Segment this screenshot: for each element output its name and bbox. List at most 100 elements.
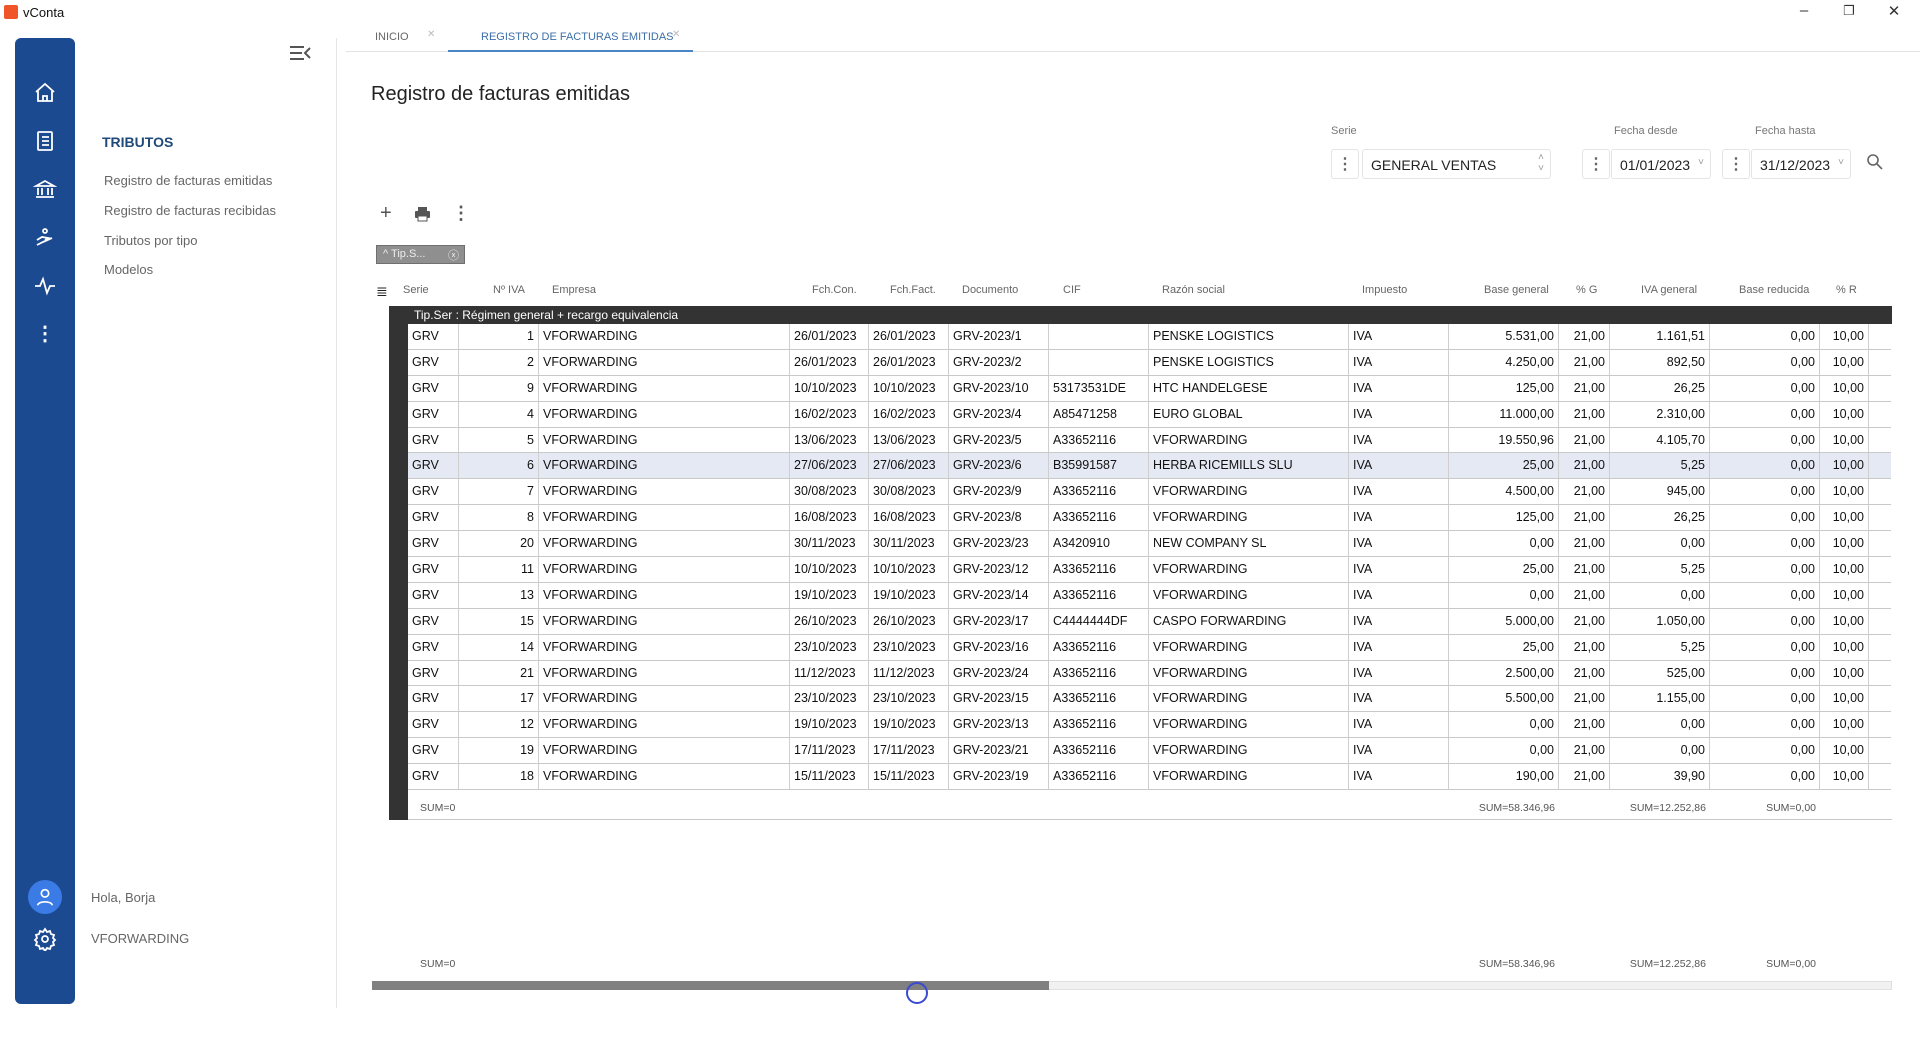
cell-fch-fact: 19/10/2023 — [869, 582, 949, 608]
spinner-icon[interactable]: ˄ ˅ — [1538, 152, 1544, 174]
sidebar-item-facturas-recibidas[interactable]: Registro de facturas recibidas — [104, 203, 276, 218]
table-row[interactable]: GRV 1 VFORWARDING 26/01/2023 26/01/2023 GRV-2… — [408, 324, 1891, 350]
table-row[interactable]: GRV 13 VFORWARDING 19/10/2023 19/10/2023 GRV-… — [408, 582, 1891, 609]
cell-fch-fact: 23/10/2023 — [869, 686, 949, 712]
chevron-down-icon[interactable]: ˅ — [1838, 157, 1844, 168]
table-row[interactable]: GRV 15 VFORWARDING 26/10/2023 26/10/2023 GRV-… — [408, 608, 1891, 635]
remove-group-icon[interactable]: ⓧ — [448, 247, 459, 263]
serie-options-button[interactable]: ⋮ — [1331, 149, 1359, 179]
table-row[interactable]: GRV 18 VFORWARDING 15/11/2023 15/11/2023 GRV-… — [408, 764, 1891, 791]
cell-fch-fact: 26/10/2023 — [869, 608, 949, 634]
table-row[interactable]: GRV 8 VFORWARDING 16/08/2023 16/08/2023 GRV-2… — [408, 505, 1891, 532]
column-header-pct-g[interactable]: % G — [1576, 284, 1597, 296]
column-header-empresa[interactable]: Empresa — [552, 284, 596, 296]
close-button[interactable]: ✕ — [1879, 2, 1909, 20]
fecha-hasta-input[interactable]: 31/12/2023 ˅ — [1751, 149, 1851, 179]
cell-iva-general: 1.161,51 — [1610, 324, 1710, 349]
cell-cif: A33652116 — [1049, 686, 1149, 712]
bank-icon[interactable] — [15, 172, 75, 206]
tab-close-icon[interactable]: ✕ — [427, 29, 435, 40]
print-icon[interactable] — [414, 205, 431, 228]
column-header-n-iva[interactable]: Nº IVA — [493, 284, 525, 296]
sidebar-item-tributos-por-tipo[interactable]: Tributos por tipo — [104, 233, 197, 248]
column-header-base-general[interactable]: Base general — [1484, 284, 1549, 296]
column-header-fch-fact[interactable]: Fch.Fact. — [890, 284, 936, 296]
table-row[interactable]: GRV 5 VFORWARDING 13/06/2023 13/06/2023 GRV-2… — [408, 427, 1891, 454]
cell-impuesto: IVA — [1349, 375, 1449, 401]
fecha-desde-input[interactable]: 01/01/2023 ˅ — [1611, 149, 1711, 179]
search-icon[interactable] — [1866, 153, 1884, 176]
hand-person-icon[interactable] — [15, 221, 75, 255]
column-header-base-reducida[interactable]: Base reducida — [1739, 284, 1809, 296]
column-header-cif[interactable]: CIF — [1063, 284, 1081, 296]
group-row[interactable]: Tip.Ser : Régimen general + recargo equi… — [389, 306, 1892, 324]
table-row[interactable]: GRV 20 VFORWARDING 30/11/2023 30/11/2023 GRV-… — [408, 531, 1891, 558]
table-row[interactable]: GRV 19 VFORWARDING 17/11/2023 17/11/2023 GRV-… — [408, 738, 1891, 765]
chevron-down-icon[interactable]: ˅ — [1698, 157, 1704, 168]
minimize-button[interactable]: – — [1789, 2, 1819, 19]
sidebar-item-facturas-emitidas[interactable]: Registro de facturas emitidas — [104, 173, 272, 188]
column-header-fch-con[interactable]: Fch.Con. — [812, 284, 857, 296]
cell-impuesto: IVA — [1349, 505, 1449, 531]
column-header-iva-general[interactable]: IVA general — [1641, 284, 1697, 296]
group-by-chip[interactable]: ^ Tip.S... ⓧ — [376, 245, 465, 264]
fecha-desde-options-button[interactable]: ⋮ — [1582, 149, 1610, 179]
user-avatar-button[interactable] — [28, 880, 62, 914]
settings-gear-icon[interactable] — [15, 922, 75, 956]
table-row[interactable]: GRV 12 VFORWARDING 19/10/2023 19/10/2023 GRV-… — [408, 712, 1891, 739]
cell-serie: GRV — [408, 557, 459, 582]
more-vertical-icon[interactable]: ⋮ — [15, 316, 75, 350]
home-icon[interactable] — [15, 76, 75, 110]
table-row[interactable]: GRV 2 VFORWARDING 26/01/2023 26/01/2023 GRV-2… — [408, 349, 1891, 376]
column-header-serie[interactable]: Serie — [403, 284, 429, 296]
column-header-pct-r[interactable]: % R — [1836, 284, 1857, 296]
cell-pct-g: 21,00 — [1559, 349, 1610, 375]
table-row[interactable]: GRV 14 VFORWARDING 23/10/2023 23/10/2023 GRV-… — [408, 634, 1891, 661]
table-row[interactable]: GRV 9 VFORWARDING 10/10/2023 10/10/2023 GRV-2… — [408, 375, 1891, 402]
collapse-menu-icon[interactable] — [288, 42, 312, 64]
tab-close-icon[interactable]: ✕ — [672, 29, 680, 40]
ledger-icon[interactable] — [15, 124, 75, 158]
cell-base-reducida: 0,00 — [1710, 634, 1820, 660]
cell-fch-fact: 23/10/2023 — [869, 634, 949, 660]
cell-cif: A33652116 — [1049, 557, 1149, 582]
scrollbar-thumb[interactable] — [372, 981, 1049, 990]
fecha-hasta-options-button[interactable]: ⋮ — [1722, 149, 1750, 179]
cell-fch-con: 17/11/2023 — [790, 738, 869, 764]
cell-impuesto: IVA — [1349, 349, 1449, 375]
column-header-impuesto[interactable]: Impuesto — [1362, 284, 1407, 296]
sidebar-item-modelos[interactable]: Modelos — [104, 262, 153, 277]
tab-registro-facturas-emitidas[interactable]: REGISTRO DE FACTURAS EMITIDAS — [481, 31, 674, 43]
restore-button[interactable]: ❐ — [1834, 3, 1864, 19]
tab-inicio[interactable]: INICIO — [375, 31, 409, 43]
table-row[interactable]: GRV 17 VFORWARDING 23/10/2023 23/10/2023 GRV-… — [408, 686, 1891, 713]
cell-n-iva: 1 — [459, 324, 539, 349]
cell-serie: GRV — [408, 324, 459, 349]
cell-razon-social: VFORWARDING — [1149, 582, 1349, 608]
serie-select[interactable]: GENERAL VENTAS ˄ ˅ — [1362, 149, 1551, 179]
table-row[interactable]: GRV 11 VFORWARDING 10/10/2023 10/10/2023 GRV-… — [408, 557, 1891, 583]
table-row[interactable]: GRV 4 VFORWARDING 16/02/2023 16/02/2023 GRV-2… — [408, 401, 1891, 428]
cell-iva-general: 945,00 — [1610, 479, 1710, 505]
cell-pct-r: 10,00 — [1820, 738, 1869, 764]
cell-fch-con: 26/01/2023 — [790, 324, 869, 349]
invoice-table-body: GRV 1 VFORWARDING 26/01/2023 26/01/2023 GRV-2… — [408, 324, 1891, 791]
cell-serie: GRV — [408, 634, 459, 660]
column-chooser-icon[interactable]: ≣ — [376, 283, 388, 300]
column-header-documento[interactable]: Documento — [962, 284, 1018, 296]
more-options-icon[interactable]: ⋮ — [452, 203, 470, 224]
cell-fch-con: 30/11/2023 — [790, 531, 869, 557]
add-icon[interactable]: + — [380, 202, 392, 225]
cell-fch-fact: 16/02/2023 — [869, 401, 949, 427]
cell-iva-general: 5,25 — [1610, 634, 1710, 660]
table-row[interactable]: GRV 7 VFORWARDING 30/08/2023 30/08/2023 GRV-2… — [408, 479, 1891, 506]
column-header-razon-social[interactable]: Razón social — [1162, 284, 1225, 296]
cell-n-iva: 17 — [459, 686, 539, 712]
cell-empresa: VFORWARDING — [539, 453, 790, 479]
activity-icon[interactable] — [15, 268, 75, 302]
cell-base-reducida: 0,00 — [1710, 712, 1820, 738]
table-row[interactable]: GRV 6 VFORWARDING 27/06/2023 27/06/2023 GRV-2… — [408, 453, 1891, 480]
cell-documento: GRV-2023/6 — [949, 453, 1049, 479]
table-row[interactable]: GRV 21 VFORWARDING 11/12/2023 11/12/2023 GRV-… — [408, 660, 1891, 687]
cell-pct-r: 10,00 — [1820, 505, 1869, 531]
